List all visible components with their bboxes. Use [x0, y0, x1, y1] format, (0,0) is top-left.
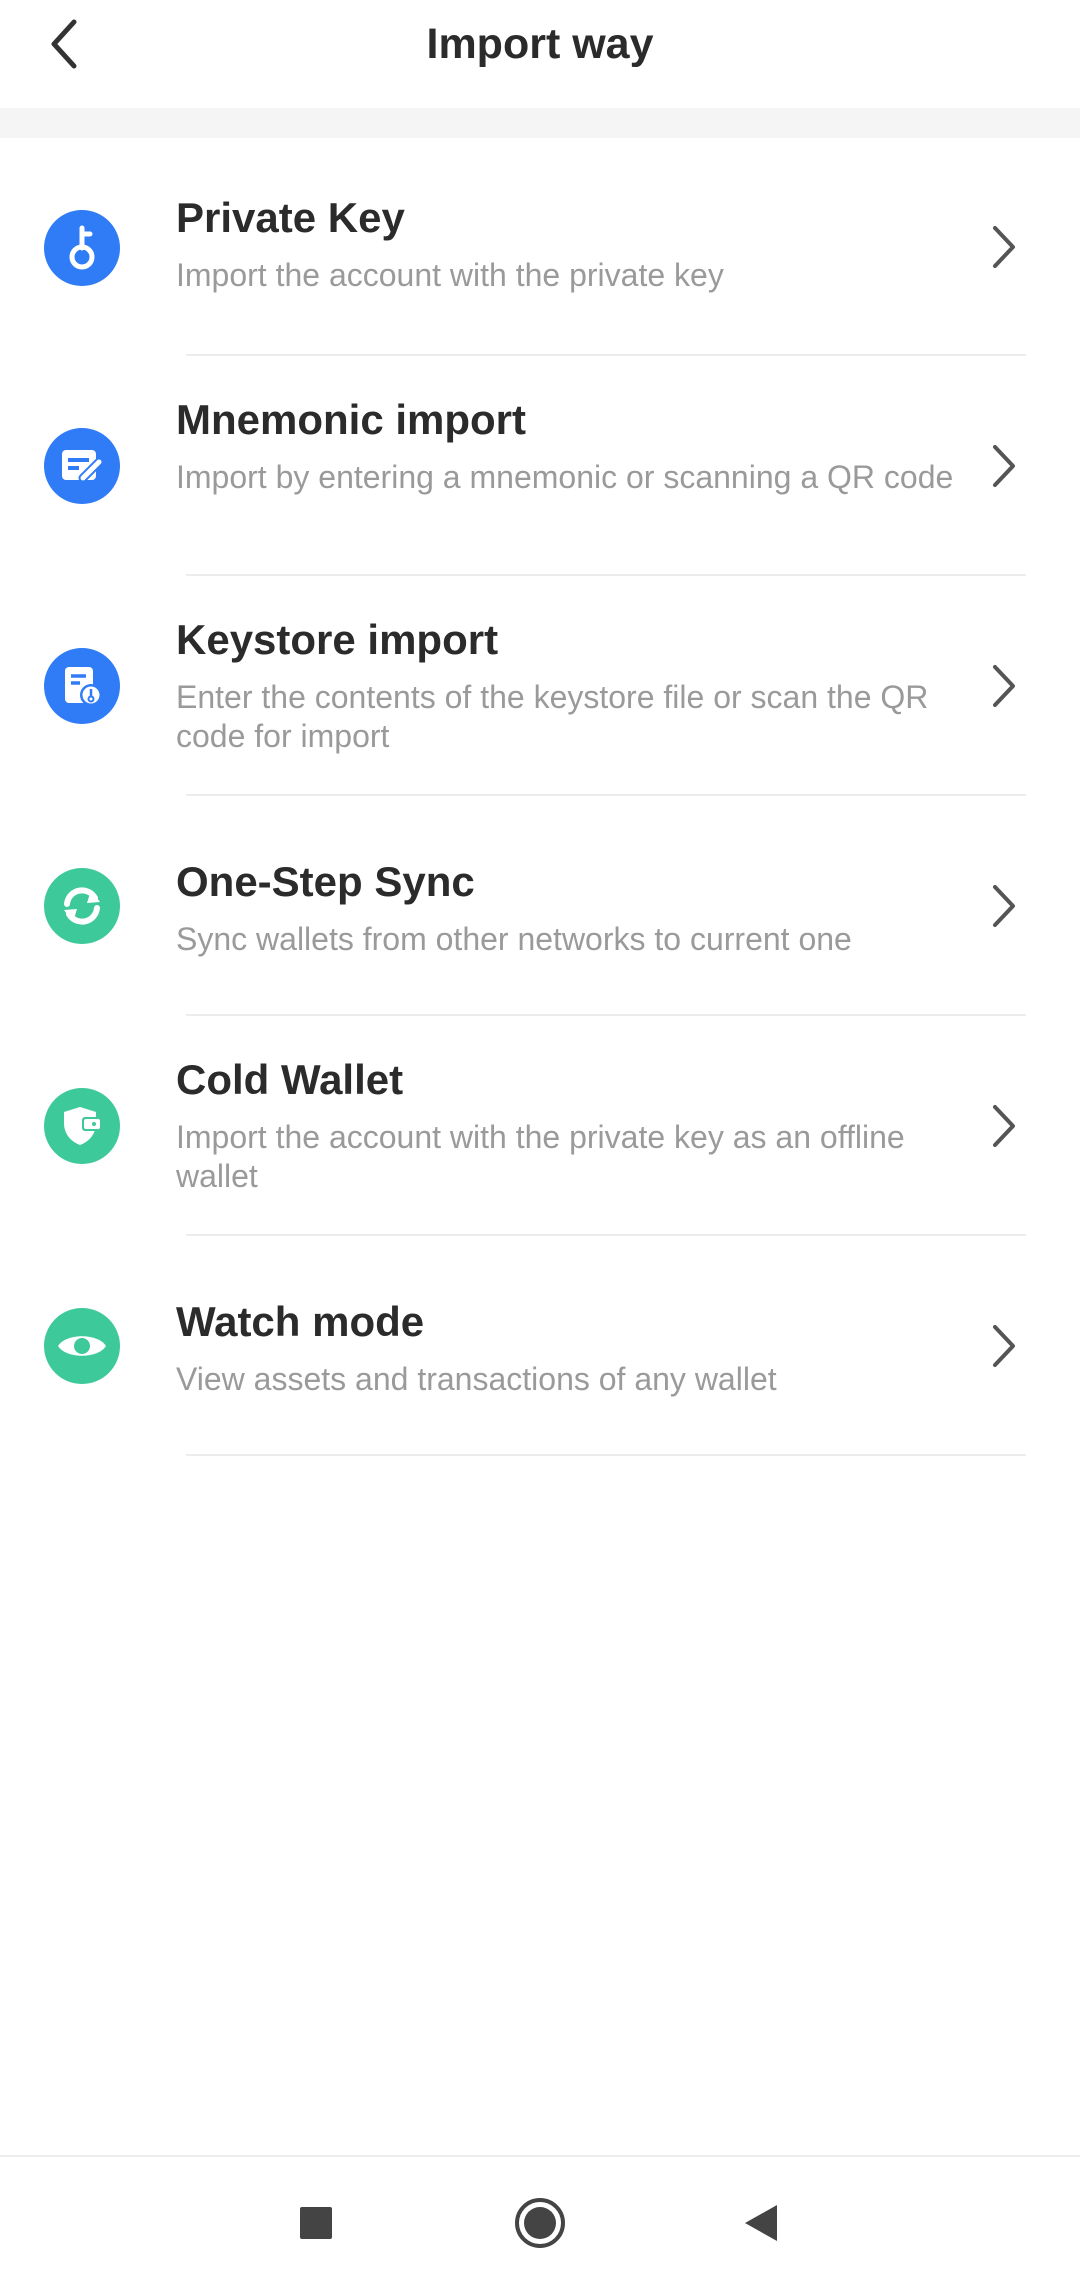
option-mnemonic-import[interactable]: Mnemonic import Import by entering a mne…: [0, 356, 1080, 576]
eye-icon: [58, 1336, 106, 1356]
option-title: Watch mode: [176, 1298, 425, 1345]
option-private-key[interactable]: Private Key Import the account with the …: [0, 138, 1080, 356]
edit-card-icon: [62, 450, 104, 483]
chevron-right-icon: [986, 1101, 1022, 1151]
private-key-icon-badge: [44, 210, 120, 286]
watch-mode-icon-badge: [44, 1308, 120, 1384]
back-nav-button[interactable]: [701, 2157, 821, 2288]
header-divider: [0, 108, 1080, 138]
keystore-icon-badge: [44, 648, 120, 724]
option-keystore-import[interactable]: Keystore import Enter the contents of th…: [0, 576, 1080, 796]
recents-button[interactable]: [256, 2157, 376, 2288]
system-navigation-bar: [0, 2155, 1080, 2288]
chevron-right-icon: [986, 881, 1022, 931]
option-watch-mode[interactable]: Watch mode View assets and transactions …: [0, 1236, 1080, 1456]
page-title: Import way: [426, 20, 654, 68]
circle-home-icon: [515, 2197, 565, 2248]
keystore-file-icon: [65, 667, 102, 706]
square-icon: [300, 2206, 332, 2239]
mnemonic-icon-badge: [44, 428, 120, 504]
cold-wallet-icon: [64, 1107, 102, 1145]
option-description: Enter the contents of the keystore file …: [176, 679, 929, 754]
cold-wallet-icon-badge: [44, 1088, 120, 1164]
option-title: One-Step Sync: [176, 858, 475, 905]
option-description: Sync wallets from other networks to curr…: [176, 921, 852, 957]
divider: [186, 1454, 1026, 1456]
option-title: Private Key: [176, 194, 405, 241]
home-button[interactable]: [480, 2157, 600, 2288]
option-description: View assets and transactions of any wall…: [176, 1361, 777, 1397]
option-title: Mnemonic import: [176, 396, 527, 443]
chevron-right-icon: [986, 222, 1022, 272]
chevron-right-icon: [986, 661, 1022, 711]
import-options-list: Private Key Import the account with the …: [0, 138, 1080, 1456]
chevron-right-icon: [986, 1321, 1022, 1371]
chevron-right-icon: [986, 441, 1022, 491]
option-title: Keystore import: [176, 616, 499, 663]
option-cold-wallet[interactable]: Cold Wallet Import the account with the …: [0, 1016, 1080, 1236]
option-one-step-sync[interactable]: One-Step Sync Sync wallets from other ne…: [0, 796, 1080, 1016]
option-title: Cold Wallet: [176, 1056, 404, 1103]
option-description: Import by entering a mnemonic or scannin…: [176, 459, 954, 495]
triangle-back-icon: [745, 2204, 777, 2241]
app-header: Import way: [0, 0, 1080, 108]
sync-icon: [64, 887, 100, 925]
option-description: Import the account with the private key …: [176, 1119, 905, 1194]
option-description: Import the account with the private key: [176, 257, 724, 293]
sync-icon-badge: [44, 868, 120, 944]
key-icon: [69, 225, 95, 270]
